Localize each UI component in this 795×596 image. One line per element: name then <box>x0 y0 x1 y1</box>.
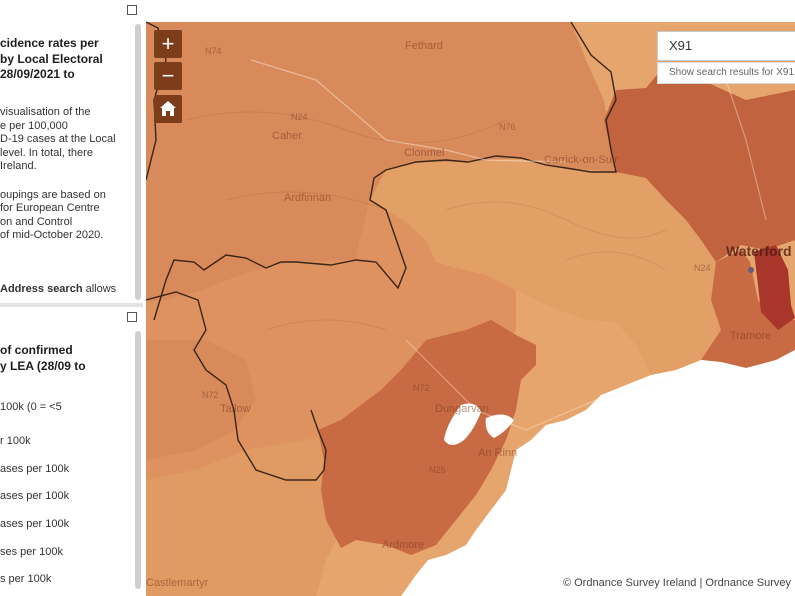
map-attribution: © Ordnance Survey Ireland | Ordnance Sur… <box>558 576 795 590</box>
choropleth-map <box>146 0 795 596</box>
place-label: Caher <box>272 130 302 142</box>
zoom-in-button[interactable]: + <box>154 30 182 58</box>
legend-item: ases per 100k <box>0 518 70 530</box>
place-label: Tramore <box>730 330 772 342</box>
road-label: N25 <box>429 465 446 475</box>
place-label: Tallow <box>220 403 251 415</box>
panel-scrollbar[interactable] <box>135 24 141 300</box>
map-view[interactable]: Fethard Caher Clonmel Carrick-on-Suir Ar… <box>146 0 795 596</box>
panel-body-line: level. In total, there <box>0 147 93 159</box>
panel-scrollbar[interactable] <box>135 331 141 589</box>
road-label: N72 <box>413 383 430 393</box>
search-suggestion[interactable]: Show search results for X91 <box>657 62 795 84</box>
legend-item: ases per 100k <box>0 463 70 475</box>
panel-title-line: cidence rates per <box>0 36 99 50</box>
home-button[interactable] <box>154 95 182 123</box>
city-marker <box>748 267 754 273</box>
place-label: Carrick-on-Suir <box>544 154 618 166</box>
panel-collapse-button[interactable] <box>127 5 137 15</box>
search-help-text: Address search allows <box>0 283 116 297</box>
city-label: Waterford <box>726 243 792 259</box>
place-label: Clonmel <box>404 147 445 159</box>
info-panel: cidence rates per by Local Electoral 28/… <box>0 0 143 303</box>
road-label: N24 <box>694 263 711 273</box>
panel-body-line: Ireland. <box>0 160 37 172</box>
panel-body-line: D-19 cases at the Local <box>0 133 116 145</box>
road-label: N74 <box>205 46 222 56</box>
road-label: N24 <box>291 112 308 122</box>
panel-body-line: visualisation of the <box>0 106 91 118</box>
legend-panel: of confirmed y LEA (28/09 to 100k (0 = <… <box>0 307 143 596</box>
panel-title-line: 28/09/2021 to <box>0 67 75 81</box>
place-label: Ardfinnan <box>284 192 332 204</box>
panel-body-line: on and Control <box>0 216 73 228</box>
search-input[interactable] <box>669 38 795 53</box>
legend-title-line: y LEA (28/09 to <box>0 359 86 373</box>
panel-collapse-button[interactable] <box>127 312 137 322</box>
panel-body-line: for European Centre <box>0 202 100 214</box>
place-label: Castlemartyr <box>146 577 209 589</box>
legend-item: ases per 100k <box>0 490 70 502</box>
legend-item: s per 100k <box>0 573 52 585</box>
legend-item: 100k (0 = <5 <box>0 401 62 413</box>
search-help-bold: Address search <box>0 283 83 295</box>
place-label: Fethard <box>405 40 443 52</box>
legend-title-line: of confirmed <box>0 343 73 357</box>
legend-item: ses per 100k <box>0 546 63 558</box>
legend-item: r 100k <box>0 435 31 447</box>
zoom-out-button[interactable]: − <box>154 62 182 90</box>
panel-title-line: by Local Electoral <box>0 52 103 66</box>
panel-body-line: of mid-October 2020. <box>0 229 104 241</box>
home-icon <box>160 101 176 116</box>
panel-body-line: oupings are based on <box>0 189 106 201</box>
place-label: Ardmore <box>382 539 425 551</box>
search-box[interactable] <box>657 31 795 61</box>
panel-body-line: e per 100,000 <box>0 120 68 132</box>
road-label: N72 <box>202 390 219 400</box>
search-help-rest: allows <box>82 283 117 295</box>
road-label: N76 <box>499 122 516 132</box>
place-label: Dungarvan <box>435 403 489 415</box>
place-label: An Rinn <box>478 447 518 459</box>
